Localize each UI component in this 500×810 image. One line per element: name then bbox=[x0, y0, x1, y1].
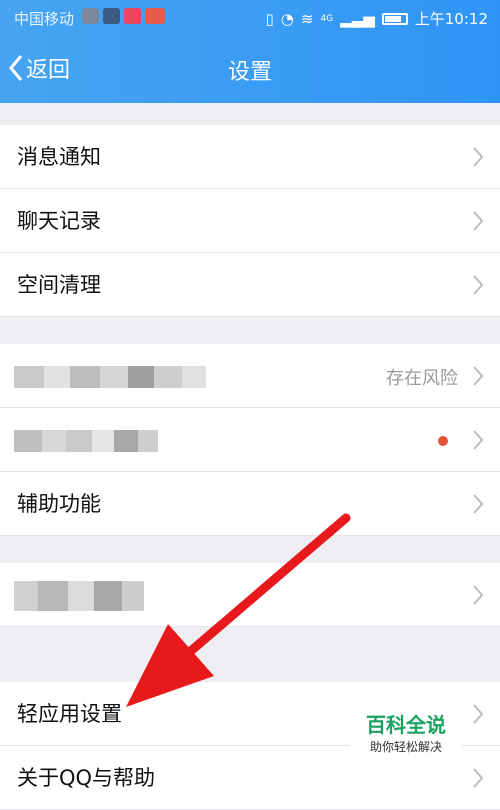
settings-item-storage-cleanup[interactable]: 空间清理 bbox=[0, 253, 500, 317]
chevron-right-icon bbox=[473, 768, 484, 788]
chevron-right-icon bbox=[473, 585, 484, 605]
settings-item-label: 空间清理 bbox=[17, 273, 101, 297]
red-dot-badge bbox=[438, 436, 448, 446]
vibrate-icon: ▯ bbox=[265, 9, 274, 28]
settings-item-label: 聊天记录 bbox=[17, 209, 101, 233]
settings-item-label: 轻应用设置 bbox=[17, 702, 122, 726]
settings-item-notifications[interactable]: 消息通知 bbox=[0, 125, 500, 189]
blurred-label bbox=[14, 366, 206, 388]
chevron-right-icon bbox=[473, 211, 484, 231]
clock: 上午10:12 bbox=[414, 10, 488, 28]
battery-icon bbox=[381, 12, 408, 25]
blurred-label bbox=[14, 430, 158, 452]
network-type: 4G bbox=[320, 13, 334, 24]
chevron-right-icon bbox=[473, 147, 484, 167]
chevron-right-icon bbox=[473, 275, 484, 295]
settings-list: 消息通知 聊天记录 空间清理 存在风险 辅助功能 轻应用设置 关于QQ与帮助 bbox=[0, 103, 500, 810]
signal-icon: ▂▃▅ bbox=[340, 9, 375, 28]
settings-item-label: 消息通知 bbox=[17, 145, 101, 169]
section-gap bbox=[0, 103, 500, 125]
watermark-title: 百科全说 bbox=[366, 713, 446, 737]
blurred-label bbox=[14, 581, 144, 611]
settings-item-accessibility[interactable]: 辅助功能 bbox=[0, 472, 500, 536]
watermark-subtitle: 助你轻松解决 bbox=[369, 740, 442, 754]
wifi-icon: ≋ bbox=[300, 9, 314, 28]
notification-icon-4 bbox=[145, 8, 165, 24]
notification-icon-3 bbox=[124, 8, 141, 24]
settings-item-blurred[interactable] bbox=[0, 408, 500, 472]
risk-hint: 存在风险 bbox=[386, 368, 458, 389]
chevron-right-icon bbox=[473, 366, 484, 386]
section-gap bbox=[0, 536, 500, 563]
status-bar: 中国移动 ▯ ◔ ≋ 4G ▂▃▅ 上午10:12 bbox=[0, 0, 500, 34]
notification-icon-2 bbox=[103, 8, 120, 24]
watermark-logo: 百科全说 助你轻松解决 bbox=[350, 712, 462, 764]
section-gap bbox=[0, 627, 500, 682]
section-gap bbox=[0, 317, 500, 344]
settings-item-chat-history[interactable]: 聊天记录 bbox=[0, 189, 500, 253]
alarm-icon: ◔ bbox=[280, 9, 294, 28]
settings-item-label: 辅助功能 bbox=[17, 492, 101, 516]
chevron-right-icon bbox=[473, 494, 484, 514]
settings-item-account-security[interactable]: 存在风险 bbox=[0, 344, 500, 408]
status-right: ▯ ◔ ≋ 4G ▂▃▅ 上午10:12 bbox=[266, 8, 488, 29]
notification-icons bbox=[82, 8, 165, 24]
chevron-right-icon bbox=[473, 704, 484, 724]
app-header: 中国移动 ▯ ◔ ≋ 4G ▂▃▅ 上午10:12 返回 设置 bbox=[0, 0, 500, 103]
settings-item-label: 关于QQ与帮助 bbox=[17, 766, 156, 790]
page-title: 设置 bbox=[227, 60, 272, 85]
notification-icon-1 bbox=[82, 8, 99, 24]
nav-bar: 返回 设置 bbox=[0, 42, 500, 96]
chevron-right-icon bbox=[473, 430, 484, 450]
settings-item-blurred-2[interactable] bbox=[0, 563, 500, 627]
carrier-name: 中国移动 bbox=[14, 10, 75, 28]
